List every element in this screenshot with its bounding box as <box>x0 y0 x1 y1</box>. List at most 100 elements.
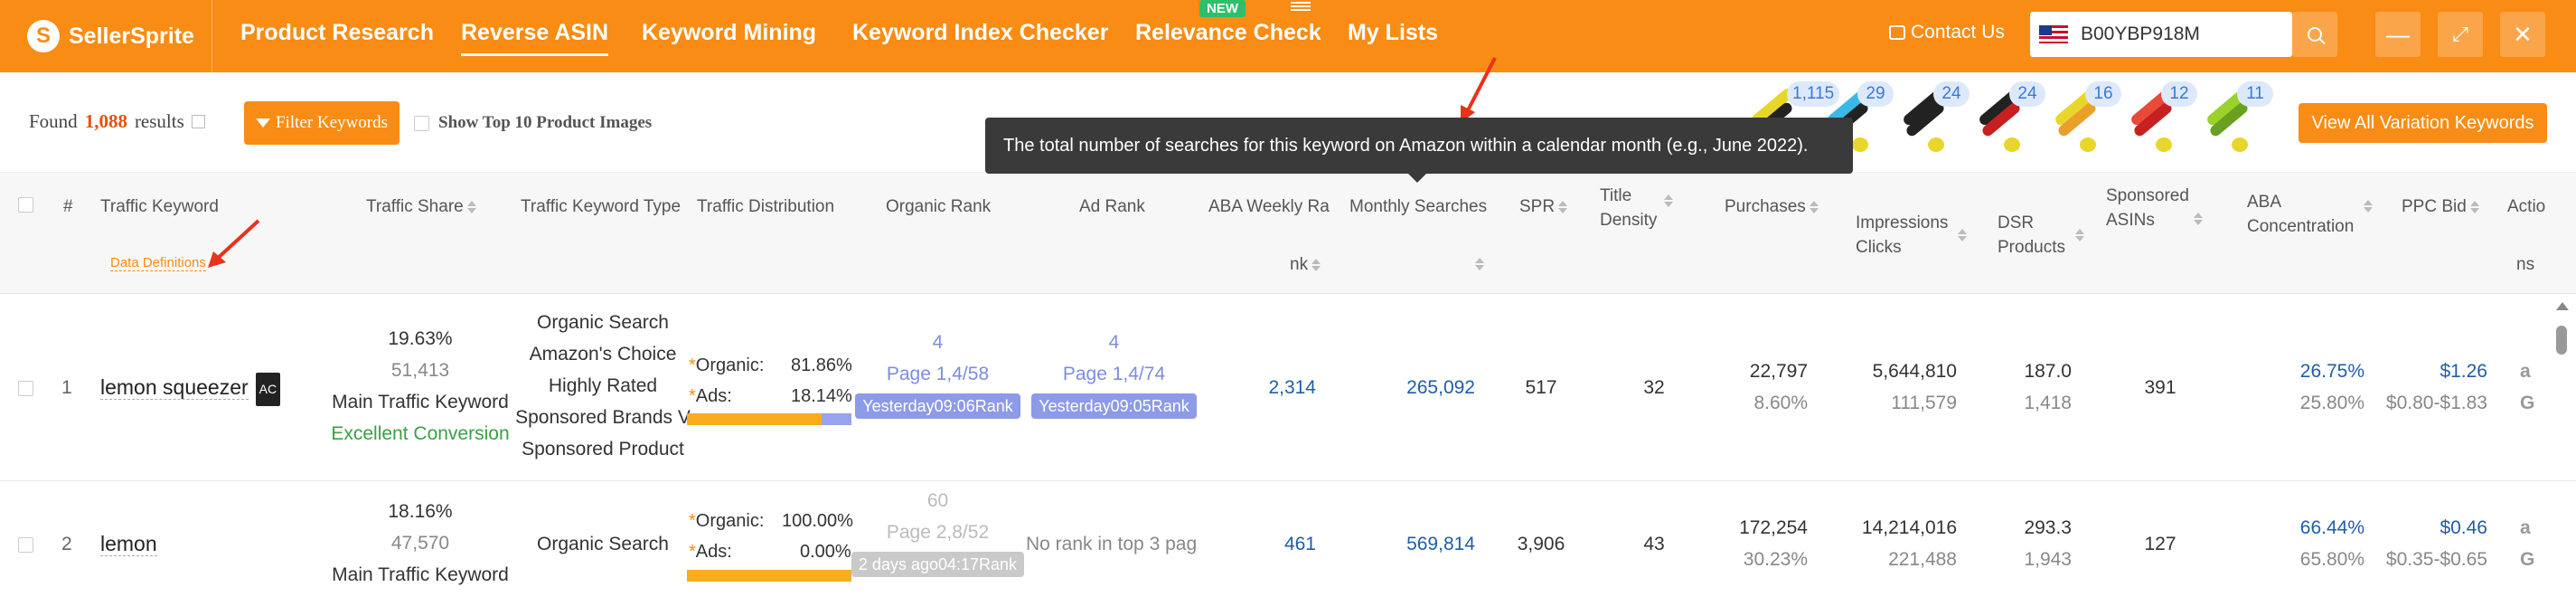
maximize-button[interactable]: ⤢ <box>2438 12 2483 57</box>
variation-count-badge: 16 <box>2085 81 2121 107</box>
sort-icon[interactable] <box>2364 198 2373 214</box>
organic-bar <box>687 413 822 425</box>
col-actions: Actio <box>2507 197 2546 216</box>
col-sponsored-asins-2[interactable]: ASINs <box>2106 208 2155 232</box>
spr-value: 517 <box>1525 377 1557 398</box>
table-row[interactable]: 2 lemon 18.16% 47,570 Main Traffic Keywo… <box>0 481 2576 606</box>
search-button[interactable] <box>2292 12 2337 57</box>
sort-icon[interactable] <box>1958 227 1967 243</box>
sort-icon[interactable] <box>1475 256 1484 272</box>
variation-thumb[interactable]: 24 <box>1892 81 1970 156</box>
col-ad-rank: Ad Rank <box>1079 197 1145 216</box>
sort-icon[interactable] <box>1558 199 1567 215</box>
variation-thumb[interactable]: 12 <box>2120 81 2197 156</box>
filter-keywords-button[interactable]: Filter Keywords <box>244 101 400 145</box>
col-dsr-products[interactable]: Products <box>1998 235 2065 260</box>
col-traffic-keyword[interactable]: Traffic Keyword <box>100 194 219 219</box>
sponsored-asins-value: 127 <box>2144 534 2176 554</box>
select-all-checkbox[interactable] <box>18 197 33 213</box>
ad-rank-cell[interactable]: 4 Page 1,4/74 Yesterday09:05Rank <box>1026 327 1202 421</box>
amazons-choice-badge: AC <box>255 372 281 406</box>
col-traffic-distribution: Traffic Distribution <box>697 197 835 216</box>
variation-thumb[interactable]: 11 <box>2195 81 2273 156</box>
col-actions-2: ns <box>2516 255 2535 274</box>
ads-label: Ads: <box>695 386 732 406</box>
asin-search-input[interactable] <box>2081 24 2289 45</box>
col-dsr[interactable]: DSR <box>1998 211 2034 235</box>
monthly-searches-tooltip: The total number of searches for this ke… <box>985 118 1853 183</box>
sort-icon[interactable] <box>1810 199 1819 215</box>
col-sponsored-asins[interactable]: Sponsored <box>2106 184 2189 208</box>
data-definitions-link[interactable]: Data Definitions <box>110 255 206 271</box>
organic-rank-time-pill: 2 days ago04:17Rank <box>851 552 1025 577</box>
view-all-variation-keywords-button[interactable]: View All Variation Keywords <box>2299 103 2547 143</box>
nav-keyword-mining[interactable]: Keyword Mining <box>642 20 816 46</box>
impressions-cell: 14,214,016 221,488 <box>1844 512 1957 575</box>
col-ppc-bid[interactable]: PPC Bid <box>2402 194 2479 219</box>
scrollbar-thumb[interactable] <box>2556 326 2567 355</box>
asterisk: * <box>689 542 696 562</box>
row-checkbox[interactable] <box>18 381 33 396</box>
keyword-type: Organic Search <box>537 534 669 554</box>
table-row[interactable]: 1 lemon squeezer AC 19.63% 51,413 Main Tr… <box>0 294 2576 481</box>
scroll-up-arrow-icon[interactable] <box>2556 302 2569 310</box>
sort-icon[interactable] <box>2075 227 2084 243</box>
minimize-button[interactable]: — <box>2375 12 2421 57</box>
nav-relevance-check[interactable]: Relevance Check <box>1135 20 1321 46</box>
variation-count-badge: 24 <box>1933 81 1970 107</box>
monthly-searches[interactable]: 265,092 <box>1392 372 1475 403</box>
col-traffic-share-label: Traffic Share <box>366 197 464 216</box>
purchases-cell: 22,797 8.60% <box>1717 355 1808 419</box>
col-title-density[interactable]: Title <box>1600 184 1631 208</box>
us-flag-icon[interactable] <box>2039 25 2068 43</box>
variation-thumb[interactable]: 16 <box>2044 81 2121 156</box>
export-icon[interactable] <box>191 115 205 128</box>
col-ppc-bid-label: PPC Bid <box>2402 197 2467 216</box>
sort-icon[interactable] <box>2470 199 2479 215</box>
sort-icon[interactable] <box>467 199 476 215</box>
col-clicks[interactable]: Clicks <box>1856 235 1902 260</box>
col-spr[interactable]: SPR <box>1519 194 1567 219</box>
col-title-density-2[interactable]: Density <box>1600 208 1657 232</box>
lemon-image <box>2156 137 2172 152</box>
organic-rank-cell[interactable]: 4 Page 1,4/58 Yesterday09:06Rank <box>850 327 1026 421</box>
row-checkbox[interactable] <box>18 537 33 553</box>
col-monthly-searches[interactable]: Monthly Searches <box>1349 194 1487 219</box>
keyword-link[interactable]: lemon <box>100 532 157 556</box>
nav-my-lists[interactable]: My Lists <box>1348 20 1438 46</box>
aba-weekly-rank[interactable]: 461 <box>1229 528 1316 560</box>
variation-thumb[interactable]: 24 <box>1968 81 2045 156</box>
col-impressions[interactable]: Impressions <box>1856 211 1948 235</box>
col-traffic-share[interactable]: Traffic Share <box>366 194 476 219</box>
brand-logo[interactable]: S SellerSprite <box>27 16 194 56</box>
col-aba-concentration[interactable]: ABA <box>2247 190 2281 214</box>
col-purchases[interactable]: Purchases <box>1725 194 1819 219</box>
col-aba-weekly-rank-wrap[interactable]: nk <box>1290 252 1321 277</box>
sort-icon[interactable] <box>2194 211 2203 227</box>
ppc-bid-value: $1.26 <box>2440 361 2487 382</box>
show-top-images-checkbox[interactable] <box>414 115 429 131</box>
amazon-icon[interactable]: a <box>2520 512 2531 544</box>
contact-us-link[interactable]: Contact Us <box>1889 22 2005 43</box>
col-aba-weekly-rank[interactable]: ABA Weekly Ra <box>1208 194 1330 219</box>
organic-rank-cell[interactable]: 60 Page 2,8/52 2 days ago04:17Rank <box>850 485 1026 580</box>
show-top-images-toggle[interactable]: Show Top 10 Product Images <box>414 113 652 133</box>
organic-share-pct: 81.86% <box>791 355 852 375</box>
nav-keyword-index-checker[interactable]: Keyword Index Checker <box>852 20 1108 46</box>
sponsored-asins-value: 391 <box>2144 377 2176 398</box>
col-aba-concentration-2[interactable]: Concentration <box>2247 214 2354 239</box>
sort-icon[interactable] <box>1312 257 1321 273</box>
page-root: S SellerSprite Product Research Reverse … <box>0 0 2576 606</box>
amazon-icon[interactable]: a <box>2520 355 2531 387</box>
google-icon[interactable]: G <box>2520 387 2534 419</box>
keyword-link[interactable]: lemon squeezer <box>100 375 249 400</box>
contact-us-label: Contact Us <box>1911 22 2005 43</box>
aba-weekly-rank[interactable]: 2,314 <box>1229 372 1316 403</box>
close-button[interactable]: ✕ <box>2500 12 2545 57</box>
monthly-searches[interactable]: 569,814 <box>1392 528 1475 560</box>
nav-reverse-asin[interactable]: Reverse ASIN <box>461 20 609 56</box>
organic-share-label: *Organic: <box>689 506 764 537</box>
sort-icon[interactable] <box>1664 193 1673 209</box>
google-icon[interactable]: G <box>2520 544 2534 575</box>
nav-product-research[interactable]: Product Research <box>240 20 434 46</box>
